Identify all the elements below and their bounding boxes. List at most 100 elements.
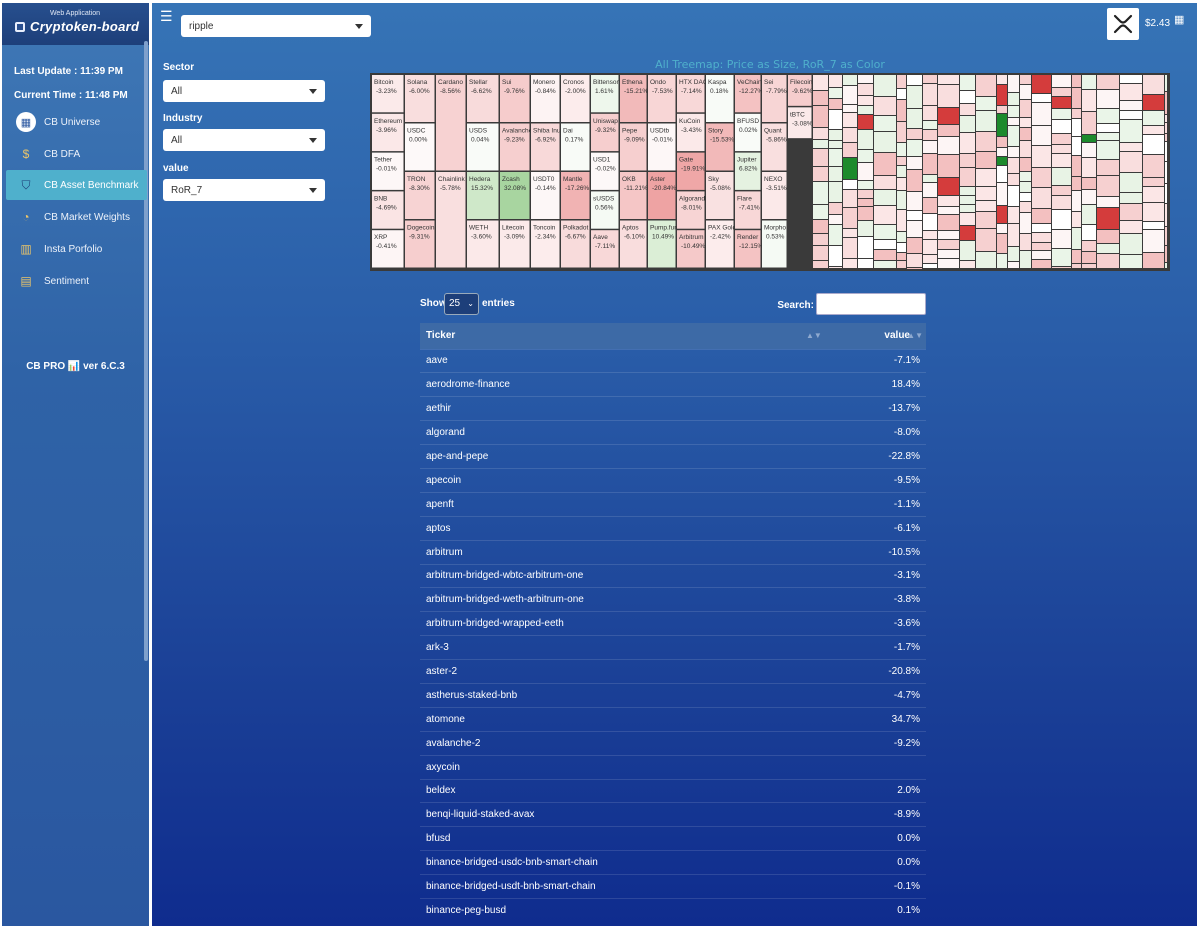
treemap-small-tile[interactable] — [960, 91, 975, 103]
treemap-small-tile[interactable] — [874, 116, 896, 131]
treemap-small-tile[interactable] — [1165, 92, 1167, 114]
treemap-small-tile[interactable] — [897, 143, 906, 156]
treemap-small-tile[interactable] — [1082, 178, 1096, 189]
treemap-small-tile[interactable] — [1052, 196, 1071, 209]
treemap-small-tile[interactable] — [897, 232, 906, 242]
treemap-tile[interactable]: Avalanche -9.23% — [500, 123, 533, 171]
treemap-small-tile[interactable] — [1097, 124, 1119, 132]
treemap-small-tile[interactable] — [1165, 142, 1167, 161]
treemap-small-tile[interactable] — [923, 175, 937, 182]
treemap-small-tile[interactable] — [1020, 100, 1031, 117]
treemap-tile[interactable]: Jupiter 6.82% — [735, 152, 761, 190]
treemap-tile[interactable]: Litecoin -3.09% — [500, 220, 530, 268]
treemap-small-tile[interactable] — [843, 180, 857, 189]
nav-cb-market-weights[interactable]: ◔ CB Market Weights — [6, 202, 147, 232]
treemap-small-tile[interactable] — [923, 255, 937, 263]
treemap-small-tile[interactable] — [907, 268, 922, 269]
table-row[interactable]: beldex 2.0% — [420, 778, 926, 803]
treemap-small-tile[interactable] — [907, 211, 922, 220]
treemap-tile[interactable]: Tether -0.01% — [372, 152, 404, 190]
treemap-tile[interactable]: Uniswap -9.32% — [591, 113, 619, 152]
treemap-small-tile[interactable] — [1072, 228, 1081, 249]
treemap-small-tile[interactable] — [1097, 75, 1119, 89]
treemap-small-tile[interactable] — [858, 190, 873, 198]
treemap-small-tile[interactable] — [897, 122, 906, 142]
treemap-small-tile[interactable] — [897, 210, 906, 231]
treemap-small-tile[interactable] — [897, 178, 906, 190]
treemap-small-tile[interactable] — [1008, 147, 1019, 157]
treemap-small-tile[interactable] — [897, 261, 906, 268]
treemap-small-tile[interactable] — [1032, 75, 1051, 93]
treemap-small-tile[interactable] — [829, 203, 842, 214]
treemap-small-tile[interactable] — [907, 109, 922, 128]
treemap-small-tile[interactable] — [1008, 158, 1019, 173]
nav-cb-asset-benchmark[interactable]: ⛉ CB Asset Benchmark — [6, 170, 147, 200]
treemap-small-tile[interactable] — [1008, 207, 1019, 223]
treemap-small-tile[interactable] — [1082, 143, 1096, 157]
treemap-small-tile[interactable] — [1072, 119, 1081, 136]
treemap-small-tile[interactable] — [1082, 158, 1096, 177]
treemap-small-tile[interactable] — [1020, 172, 1031, 181]
treemap-small-tile[interactable] — [938, 196, 959, 206]
treemap-small-tile[interactable] — [1082, 252, 1096, 263]
treemap-small-tile[interactable] — [1008, 118, 1019, 125]
treemap-tile[interactable]: USDC 0.00% — [405, 123, 435, 171]
treemap-small-tile[interactable] — [923, 141, 937, 153]
treemap-small-tile[interactable] — [976, 212, 996, 228]
treemap-tile[interactable]: Solana -6.00% — [405, 75, 435, 122]
table-row[interactable]: binance-bridged-usdc-bnb-smart-chain 0.0% — [420, 850, 926, 875]
treemap-small-tile[interactable] — [1120, 221, 1142, 233]
treemap-small-tile[interactable] — [897, 89, 906, 99]
treemap-small-tile[interactable] — [858, 106, 873, 114]
treemap-tile[interactable]: Chainlink -5.78% — [436, 172, 466, 268]
treemap-tile[interactable]: Shiba Inu -6.92% — [531, 123, 561, 171]
treemap-small-tile[interactable] — [813, 91, 828, 105]
treemap-small-tile[interactable] — [843, 259, 857, 268]
treemap-tile[interactable]: tBTC -3.08% — [788, 107, 813, 139]
treemap-small-tile[interactable] — [923, 130, 937, 140]
menu-toggle-icon[interactable]: ☰ — [160, 8, 173, 25]
treemap-small-tile[interactable] — [960, 196, 975, 204]
treemap-tile[interactable]: sUSDS 0.56% — [591, 191, 619, 229]
treemap-tile[interactable]: Algorand -8.01% — [677, 191, 705, 229]
treemap-small-tile[interactable] — [1008, 262, 1019, 268]
treemap-small-tile[interactable] — [1143, 95, 1164, 110]
table-row[interactable]: binance-bridged-usdt-bnb-smart-chain -0.1… — [420, 874, 926, 899]
treemap-tile[interactable]: Dogecoin -9.31% — [405, 220, 435, 268]
treemap-tile[interactable]: Sui -9.76% — [500, 75, 530, 122]
treemap-tile[interactable]: Ondo -7.53% — [648, 75, 676, 122]
treemap-small-tile[interactable] — [1097, 176, 1119, 196]
treemap-small-tile[interactable] — [938, 259, 959, 268]
table-row[interactable]: arbitrum -10.5% — [420, 539, 926, 565]
nav-cb-universe[interactable]: ▦ CB Universe — [6, 107, 147, 137]
treemap-small-tile[interactable] — [1052, 109, 1071, 119]
treemap-small-tile[interactable] — [938, 207, 959, 214]
treemap-small-tile[interactable] — [938, 137, 959, 154]
treemap-small-tile[interactable] — [1120, 120, 1142, 142]
treemap-small-tile[interactable] — [858, 163, 873, 180]
treemap-tile[interactable]: Ethereum -3.96% — [372, 113, 404, 152]
treemap-small-tile[interactable] — [997, 157, 1007, 165]
treemap-tile[interactable]: Quant -5.86% — [762, 123, 787, 171]
treemap-small-tile[interactable] — [858, 96, 873, 105]
search-input[interactable] — [816, 293, 926, 315]
treemap[interactable]: Bitcoin -3.23% Ethereum -3.96% Tether -0.01% B… — [370, 73, 1170, 271]
treemap-small-tile[interactable] — [874, 250, 896, 260]
treemap-small-tile[interactable] — [907, 157, 922, 169]
treemap-small-tile[interactable] — [1052, 267, 1071, 268]
treemap-small-tile[interactable] — [997, 106, 1007, 113]
treemap-small-tile[interactable] — [923, 75, 937, 83]
treemap-tile[interactable]: Pepe -9.09% — [620, 123, 647, 171]
treemap-small-tile[interactable] — [976, 111, 996, 131]
table-row[interactable]: algorand -8.0% — [420, 420, 926, 445]
treemap-small-tile[interactable] — [923, 198, 937, 213]
treemap-small-tile[interactable] — [1097, 133, 1119, 140]
treemap-small-tile[interactable] — [1120, 143, 1142, 151]
treemap-small-tile[interactable] — [813, 167, 828, 181]
treemap-small-tile[interactable] — [1072, 137, 1081, 155]
treemap-small-tile[interactable] — [976, 97, 996, 110]
treemap-tile[interactable]: BNB -4.69% — [372, 191, 404, 229]
treemap-small-tile[interactable] — [813, 261, 828, 268]
treemap-tile[interactable]: USD1 -0.02% — [591, 152, 619, 190]
treemap-small-tile[interactable] — [858, 181, 873, 189]
